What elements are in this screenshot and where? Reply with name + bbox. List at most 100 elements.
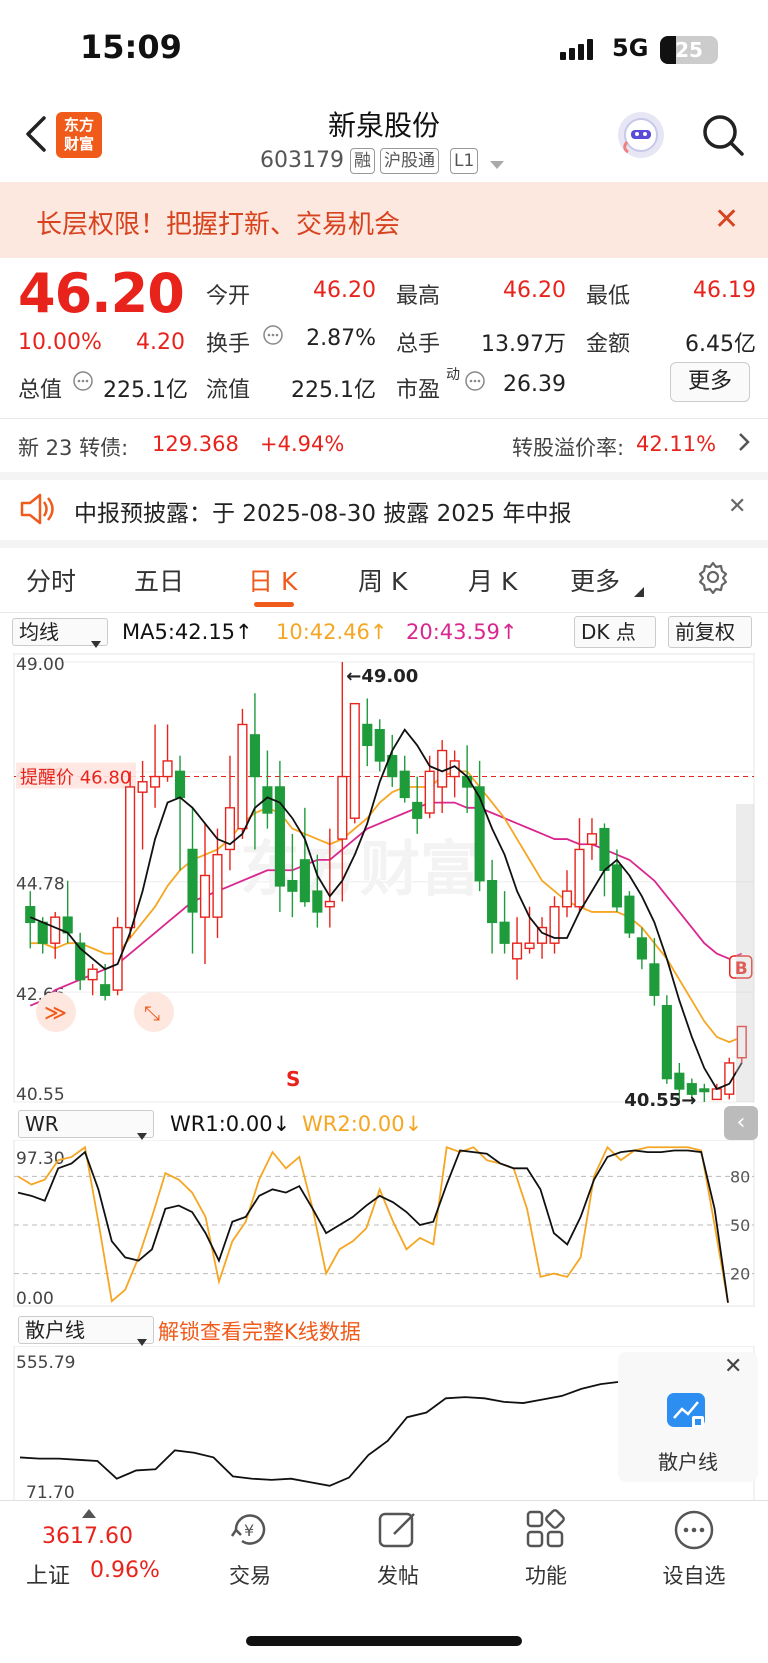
tab-weekly-k[interactable]: 周 K — [358, 562, 407, 598]
quote-label-float-cap: 流值 — [206, 378, 251, 403]
close-icon[interactable]: ✕ — [728, 494, 746, 519]
tab-intraday[interactable]: 分时 — [26, 562, 76, 598]
chevron-right-icon[interactable] — [736, 430, 752, 460]
collapse-panel-icon[interactable]: ‹ — [724, 1106, 758, 1140]
quote-value-open: 46.20 — [313, 278, 376, 303]
candle-body — [412, 801, 423, 819]
convertible-bond-label[interactable]: 新 23 转债: — [18, 432, 128, 462]
candle-body — [674, 1072, 685, 1090]
wr-bottom-tick: 0.00 — [16, 1289, 54, 1308]
close-icon[interactable]: ✕ — [724, 1354, 742, 1379]
candle-body — [636, 937, 647, 960]
unlock-data-link[interactable]: 解锁查看完整K线数据 — [158, 1316, 361, 1346]
battery-level — [660, 36, 676, 64]
compose-icon[interactable] — [376, 1508, 420, 1552]
candle-body — [374, 728, 385, 762]
kline-chart[interactable]: 49.0046.8944.7842.6640.55东方财富提醒价 46.80←4… — [0, 650, 768, 1106]
candle-body — [699, 1088, 710, 1093]
wr1-line — [17, 1149, 729, 1303]
earnings-notice-text[interactable]: 中报预披露：于 2025-08-30 披露 2025 年中报 — [74, 494, 571, 528]
wr1-value: WR1:0.00 — [170, 1112, 273, 1136]
arrow-down-icon: ↓ — [272, 1112, 291, 1136]
candle-body — [711, 1088, 722, 1101]
more-quote-button[interactable]: 更多 — [670, 362, 750, 402]
tab-five-day[interactable]: 五日 — [134, 562, 184, 598]
index-name[interactable]: 上证 — [26, 1558, 70, 1590]
close-icon[interactable]: ✕ — [714, 202, 739, 237]
quote-value-turnover: 2.87% — [306, 326, 376, 351]
candle-body — [237, 723, 248, 830]
dk-point-button[interactable]: DK 点 — [574, 616, 656, 648]
candle-body — [125, 786, 136, 929]
arrow-up-icon: ↑ — [235, 620, 253, 644]
ma5-legend: MA5:42.15↑ — [122, 620, 253, 644]
index-value[interactable]: 3617.60 — [42, 1524, 133, 1549]
candle-body — [487, 879, 498, 924]
wr2-legend: WR2:0.00↓ — [302, 1112, 422, 1136]
convertible-bond-price: 129.368 — [152, 432, 239, 456]
nav-trade[interactable]: 交易 — [200, 1560, 300, 1590]
wr-chart[interactable]: 80 50 20 97.30 0.00 — [0, 1140, 768, 1308]
speaker-icon — [18, 492, 56, 530]
candle-body — [112, 926, 123, 991]
candle-body — [499, 921, 510, 944]
candle-body — [337, 775, 348, 840]
candle-body — [474, 786, 485, 882]
retail-line-card[interactable]: ✕ 散户线 — [618, 1352, 758, 1482]
signal-icon — [560, 38, 600, 66]
info-icon[interactable] — [262, 324, 284, 350]
divider — [0, 612, 768, 613]
retail-line — [19, 1380, 621, 1487]
nav-functions[interactable]: 功能 — [496, 1560, 596, 1590]
code-dropdown-icon[interactable] — [490, 156, 504, 175]
more-circle-icon[interactable] — [672, 1508, 716, 1552]
wr2-value: WR2:0.00 — [302, 1112, 405, 1136]
caret-up-icon — [82, 1504, 96, 1523]
info-icon[interactable] — [72, 370, 94, 396]
network-type: 5G — [612, 34, 649, 62]
ma-select[interactable]: 均线 — [12, 618, 108, 648]
tab-more[interactable]: 更多 — [570, 562, 620, 598]
status-time: 15:09 — [80, 28, 182, 66]
gear-icon[interactable] — [696, 560, 730, 598]
candle-body — [324, 900, 335, 908]
nav-add-watchlist[interactable]: 设自选 — [644, 1560, 744, 1590]
ma5-line — [29, 728, 743, 1091]
indicator2-select[interactable]: 散户线 — [18, 1316, 154, 1346]
y-tick-label: 40.55 — [16, 1085, 65, 1105]
expand-glyph: ⤡ — [144, 1001, 160, 1025]
fast-forward-glyph: ≫ — [44, 1001, 67, 1026]
wr-right-tick: 20 — [730, 1265, 750, 1284]
wr1-legend: WR1:0.00↓ — [170, 1112, 290, 1136]
trade-icon[interactable]: ¥ — [228, 1508, 272, 1552]
quote-value-high: 46.20 — [503, 278, 566, 303]
candle-body — [25, 906, 36, 924]
assistant-avatar-icon[interactable] — [618, 112, 664, 158]
candle-body — [62, 916, 73, 934]
retail-top-tick: 555.79 — [16, 1353, 75, 1373]
index-change[interactable]: 0.96% — [90, 1558, 160, 1583]
search-icon[interactable] — [700, 112, 746, 162]
nav-post[interactable]: 发帖 — [348, 1560, 448, 1590]
candle-body — [586, 833, 598, 845]
tab-monthly-k[interactable]: 月 K — [468, 562, 517, 598]
tag-level: L1 — [450, 148, 479, 174]
arrow-down-icon: ↓ — [404, 1112, 423, 1136]
candle-body — [299, 859, 310, 903]
candle-body — [137, 781, 148, 793]
last-price: 46.20 — [18, 262, 185, 325]
candle-body — [312, 890, 323, 913]
indicator-select[interactable]: WR — [18, 1110, 154, 1140]
max-price-label: ←49.00 — [346, 666, 418, 687]
apps-icon[interactable] — [524, 1508, 568, 1552]
tab-daily-k[interactable]: 日 K — [248, 562, 297, 598]
candle-body — [212, 853, 223, 918]
home-indicator — [246, 1636, 522, 1646]
arrow-up-icon: ↑ — [499, 620, 518, 644]
ma20-value: 20:43.59 — [406, 620, 500, 644]
alert-price-label: 提醒价 46.80 — [20, 768, 131, 789]
indicator2-select-label: 散户线 — [25, 1318, 85, 1342]
candle-body — [424, 770, 435, 814]
adjust-price-button[interactable]: 前复权 — [668, 616, 752, 648]
stock-code: 603179 — [260, 148, 344, 173]
